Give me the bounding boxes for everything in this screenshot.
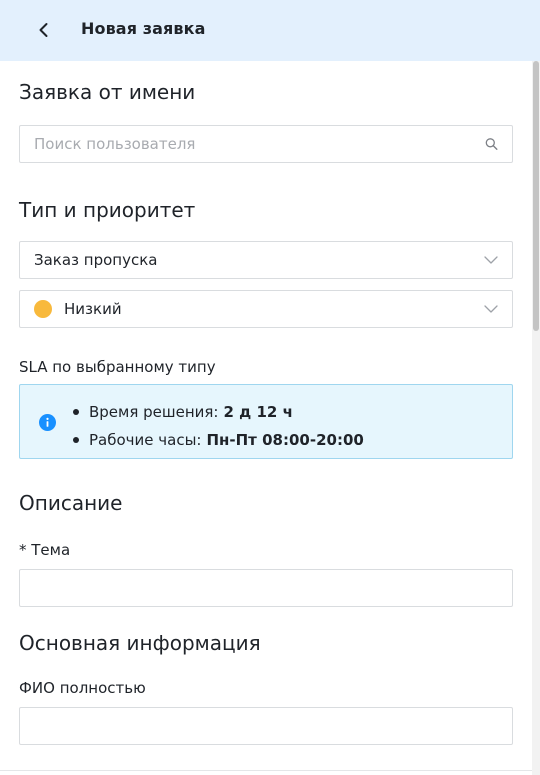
sla-info-box: Время решения: 2 д 12 ч Рабочие часы: Пн… <box>19 384 513 459</box>
info-icon <box>39 414 56 431</box>
user-search-input[interactable]: Поиск пользователя <box>19 125 513 163</box>
user-search-placeholder: Поиск пользователя <box>34 135 196 153</box>
sla-item-label: Рабочие часы: <box>89 431 202 449</box>
bullet <box>73 409 79 415</box>
section-title-requester: Заявка от имени <box>19 80 196 104</box>
full-name-input[interactable] <box>19 707 513 745</box>
sla-item-value: 2 д 12 ч <box>223 403 293 421</box>
divider <box>0 770 532 771</box>
back-button[interactable] <box>30 16 58 44</box>
chevron-down-icon <box>484 305 498 314</box>
sla-item: Рабочие часы: Пн-Пт 08:00-20:00 <box>73 426 364 454</box>
section-title-main-info: Основная информация <box>19 631 261 655</box>
sla-label: SLA по выбранному типу <box>19 358 216 376</box>
request-type-select[interactable]: Заказ пропуска <box>19 241 513 279</box>
sla-item-label: Время решения: <box>89 403 219 421</box>
page-title: Новая заявка <box>81 19 206 38</box>
scrollbar-thumb[interactable] <box>533 61 539 331</box>
full-name-label: ФИО полностью <box>19 679 146 697</box>
bullet <box>73 437 79 443</box>
form-content: Заявка от имени Поиск пользователя Тип и… <box>0 61 532 775</box>
chevron-down-icon <box>484 256 498 265</box>
scrollbar[interactable] <box>532 61 540 775</box>
priority-dot <box>34 300 52 318</box>
topic-label: * Тема <box>19 541 71 559</box>
section-title-type-priority: Тип и приоритет <box>19 198 196 222</box>
request-type-value: Заказ пропуска <box>34 251 158 269</box>
sla-item: Время решения: 2 д 12 ч <box>73 398 364 426</box>
page-header: Новая заявка <box>0 0 540 61</box>
priority-value: Низкий <box>64 300 122 318</box>
chevron-left-icon <box>39 23 48 37</box>
sla-list: Время решения: 2 д 12 ч Рабочие часы: Пн… <box>73 398 364 454</box>
priority-select[interactable]: Низкий <box>19 290 513 328</box>
search-icon[interactable] <box>485 138 498 151</box>
topic-input[interactable] <box>19 569 513 607</box>
sla-item-value: Пн-Пт 08:00-20:00 <box>206 431 364 449</box>
section-title-description: Описание <box>19 491 123 515</box>
